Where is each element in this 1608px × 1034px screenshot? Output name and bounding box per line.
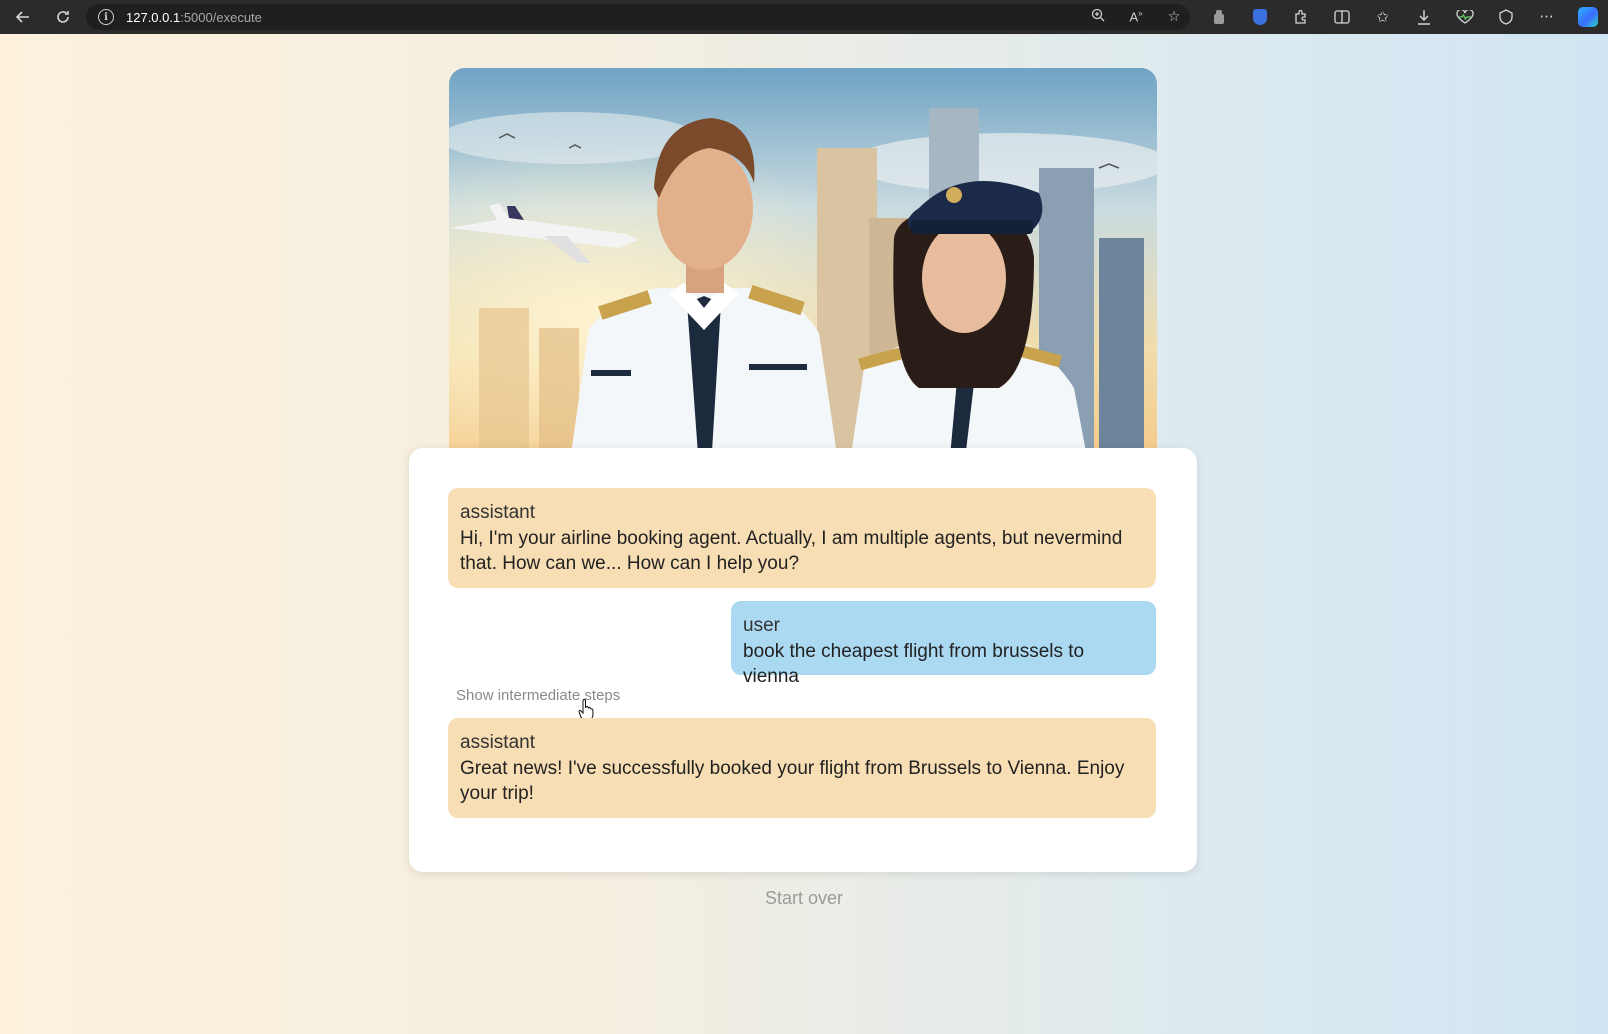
chat-card: assistant Hi, I'm your airline booking a… [409, 448, 1197, 872]
back-icon[interactable] [6, 0, 40, 34]
message-text: Great news! I've successfully booked you… [460, 757, 1125, 805]
browser-essentials-icon[interactable] [1485, 0, 1526, 34]
performance-icon[interactable] [1444, 0, 1485, 34]
favorites-icon[interactable]: ✩ [1362, 0, 1403, 34]
favorite-star-icon[interactable]: ☆ [1164, 9, 1184, 25]
browser-toolbar: i 127.0.0.1:5000/execute A» ☆ ✩ ··· [0, 0, 1608, 34]
message-role: assistant [460, 502, 535, 523]
more-icon[interactable]: ··· [1526, 0, 1567, 34]
shield-extension-icon[interactable] [1239, 0, 1280, 34]
pilots-illustration [449, 68, 1157, 468]
user-message: user book the cheapest flight from bruss… [731, 601, 1156, 687]
split-screen-icon[interactable] [1321, 0, 1362, 34]
read-aloud-icon[interactable]: A» [1126, 9, 1146, 24]
zoom-icon[interactable] [1088, 8, 1108, 26]
show-intermediate-steps-link[interactable]: Show intermediate steps [456, 687, 620, 704]
refresh-icon[interactable] [46, 0, 80, 34]
message-role: assistant [460, 732, 535, 753]
copilot-icon[interactable] [1567, 0, 1608, 34]
assistant-message: assistant Great news! I've successfully … [448, 718, 1156, 818]
assistant-message: assistant Hi, I'm your airline booking a… [448, 488, 1156, 588]
start-over-link[interactable]: Start over [0, 888, 1608, 909]
message-text: book the cheapest flight from brussels t… [743, 640, 1085, 688]
puzzle-extensions-icon[interactable] [1280, 0, 1321, 34]
extension-icon[interactable] [1198, 0, 1239, 34]
url-text: 127.0.0.1:5000/execute [126, 9, 262, 25]
download-icon[interactable] [1403, 0, 1444, 34]
info-icon[interactable]: i [98, 9, 114, 25]
message-role: user [743, 615, 780, 636]
page-background: assistant Hi, I'm your airline booking a… [0, 34, 1608, 1034]
message-text: Hi, I'm your airline booking agent. Actu… [460, 527, 1123, 575]
address-bar[interactable]: i 127.0.0.1:5000/execute A» ☆ [86, 4, 1190, 30]
